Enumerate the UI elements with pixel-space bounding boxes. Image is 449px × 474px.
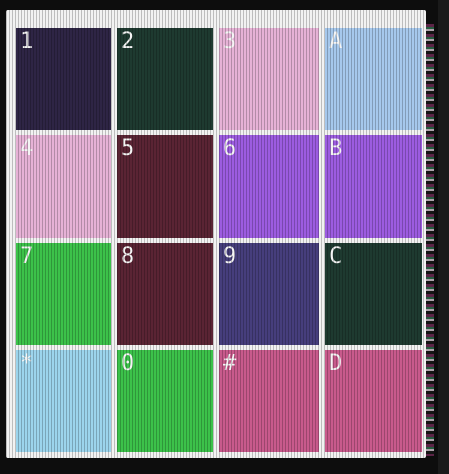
key-label: 9 — [223, 244, 237, 269]
key-9[interactable]: 9 — [219, 243, 319, 345]
key-star[interactable]: * — [16, 350, 111, 452]
key-label: # — [223, 351, 237, 376]
key-hash[interactable]: # — [219, 350, 319, 452]
key-label: 7 — [20, 244, 34, 269]
key-label: 1 — [20, 29, 34, 54]
key-6[interactable]: 6 — [219, 135, 319, 238]
key-label: 6 — [223, 136, 237, 161]
key-label: 2 — [121, 29, 135, 54]
key-0[interactable]: 0 — [117, 350, 213, 452]
keypad-grid: 1 2 3 A 4 5 6 B 7 8 9 C * 0 # D — [16, 28, 422, 458]
lcd-device: 1 2 3 A 4 5 6 B 7 8 9 C * 0 # D — [0, 0, 449, 474]
bezel-edge — [438, 0, 449, 474]
key-label: 0 — [121, 351, 135, 376]
key-label: 5 — [121, 136, 135, 161]
key-7[interactable]: 7 — [16, 243, 111, 345]
key-3[interactable]: 3 — [219, 28, 319, 130]
key-5[interactable]: 5 — [117, 135, 213, 238]
key-a[interactable]: A — [325, 28, 422, 130]
key-1[interactable]: 1 — [16, 28, 111, 130]
key-d[interactable]: D — [325, 350, 422, 452]
screen-edge-artifact — [426, 24, 434, 456]
key-2[interactable]: 2 — [117, 28, 213, 130]
key-label: 8 — [121, 244, 135, 269]
key-4[interactable]: 4 — [16, 135, 111, 238]
key-label: D — [329, 351, 343, 376]
key-label: A — [329, 29, 343, 54]
key-label: 3 — [223, 29, 237, 54]
key-b[interactable]: B — [325, 135, 422, 238]
key-label: 4 — [20, 136, 34, 161]
key-8[interactable]: 8 — [117, 243, 213, 345]
key-label: * — [20, 351, 34, 376]
lcd-screen: 1 2 3 A 4 5 6 B 7 8 9 C * 0 # D — [6, 10, 426, 458]
key-label: C — [329, 244, 343, 269]
key-label: B — [329, 136, 343, 161]
key-c[interactable]: C — [325, 243, 422, 345]
